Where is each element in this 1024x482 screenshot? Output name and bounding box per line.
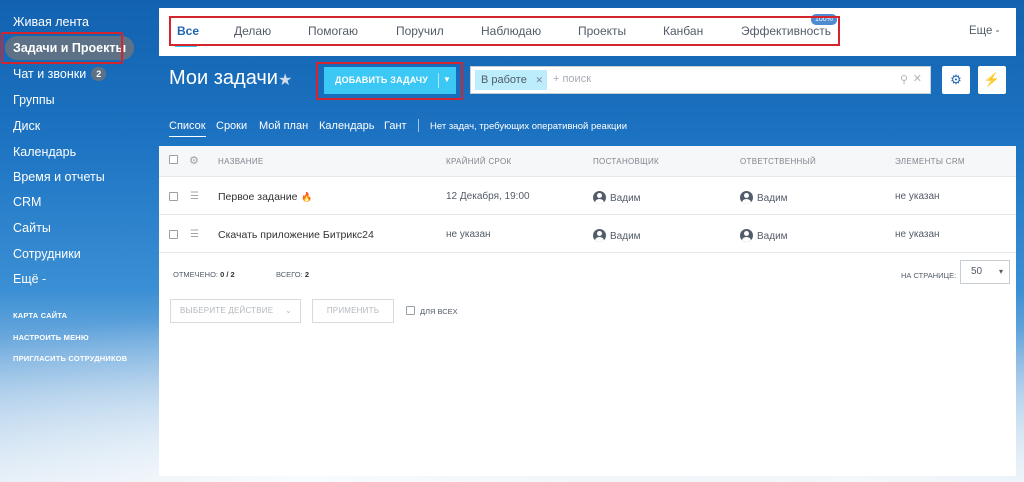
user-icon bbox=[593, 191, 606, 204]
quick-actions-button[interactable]: ⚡ bbox=[978, 66, 1006, 94]
total-value: 2 bbox=[304, 270, 309, 279]
task-name[interactable]: Скачать приложение Битрикс24 bbox=[218, 229, 374, 241]
clear-icon[interactable]: ✕ bbox=[913, 72, 922, 85]
row-checkbox[interactable] bbox=[169, 192, 178, 201]
add-task-highlight-frame bbox=[316, 62, 463, 100]
configure-menu-link[interactable]: Настроить меню bbox=[13, 333, 89, 342]
task-crm: не указан bbox=[895, 229, 940, 240]
user-icon bbox=[593, 229, 606, 242]
column-creator[interactable]: Постановщик bbox=[593, 157, 659, 166]
for-all-checkbox[interactable] bbox=[406, 306, 415, 315]
search-input[interactable]: + поиск bbox=[553, 73, 591, 85]
table-row[interactable]: ☰ Скачать приложение Битрикс24 не указан… bbox=[159, 216, 1016, 253]
filter-chip-label: В работе bbox=[481, 74, 527, 86]
fire-icon: 🔥 bbox=[301, 192, 313, 202]
lightning-icon: ⚡ bbox=[983, 72, 1001, 87]
action-select-label: Выберите действие bbox=[180, 306, 274, 315]
sidebar-item-chat[interactable]: Чат и звонки 2 bbox=[5, 62, 114, 86]
column-responsible[interactable]: Ответственный bbox=[740, 157, 816, 166]
filter-search-box[interactable]: В работе ✕ + поиск ⚲ ✕ bbox=[470, 66, 931, 94]
gear-icon: ⚙ bbox=[950, 72, 962, 87]
view-gantt[interactable]: Гант bbox=[384, 120, 407, 132]
sidebar-item-groups[interactable]: Группы bbox=[5, 88, 63, 112]
invite-employees-link[interactable]: Пригласить сотрудников bbox=[13, 354, 127, 363]
column-deadline[interactable]: Крайний срок bbox=[446, 157, 511, 166]
search-icon[interactable]: ⚲ bbox=[900, 73, 908, 86]
per-page-select[interactable]: 50 ▾ bbox=[960, 260, 1010, 284]
chevron-down-icon: ⌄ bbox=[285, 306, 292, 315]
sidebar-item-label: Чат и звонки bbox=[13, 67, 87, 81]
table-row[interactable]: ☰ Первое задание 🔥 12 Декабря, 19:00 Вади… bbox=[159, 178, 1016, 215]
sidebar-item-disk[interactable]: Диск bbox=[5, 114, 48, 138]
task-responsible[interactable]: Вадим bbox=[740, 229, 788, 242]
responsible-name[interactable]: Вадим bbox=[757, 231, 788, 242]
marked-label: Отмечено: bbox=[173, 270, 218, 279]
responsible-name[interactable]: Вадим bbox=[757, 193, 788, 204]
task-deadline[interactable]: 12 Декабря, 19:00 bbox=[446, 191, 530, 202]
total-label: Всего: bbox=[276, 270, 303, 279]
filter-chip[interactable]: В работе ✕ bbox=[475, 70, 547, 90]
page-title: Мои задачи bbox=[169, 67, 278, 89]
more-tabs-button[interactable]: Еще - bbox=[969, 25, 999, 37]
task-name[interactable]: Первое задание 🔥 bbox=[218, 191, 313, 203]
sidebar-item-sites[interactable]: Сайты bbox=[5, 216, 59, 240]
task-creator[interactable]: Вадим bbox=[593, 229, 641, 242]
sitemap-link[interactable]: Карта сайта bbox=[13, 311, 67, 320]
column-name[interactable]: Название bbox=[218, 157, 264, 166]
chat-count-badge: 2 bbox=[91, 67, 107, 81]
select-all-checkbox[interactable] bbox=[169, 155, 178, 164]
user-icon bbox=[740, 229, 753, 242]
table-header: ⚙ Название Крайний срок Постановщик Отве… bbox=[159, 146, 1016, 177]
star-icon[interactable]: ★ bbox=[278, 70, 292, 90]
tabs-highlight-frame bbox=[169, 16, 840, 46]
sidebar-item-crm[interactable]: CRM bbox=[5, 190, 49, 214]
marked-value: 0 / 2 bbox=[220, 270, 235, 279]
task-responsible[interactable]: Вадим bbox=[740, 191, 788, 204]
tasks-highlight-frame bbox=[1, 32, 123, 64]
creator-name[interactable]: Вадим bbox=[610, 231, 641, 242]
view-deadlines[interactable]: Сроки bbox=[216, 120, 247, 132]
task-name-text[interactable]: Первое задание bbox=[218, 191, 297, 203]
sidebar-item-calendar[interactable]: Календарь bbox=[5, 140, 84, 164]
view-list[interactable]: Список bbox=[169, 120, 206, 137]
sidebar-item-feed[interactable]: Живая лента bbox=[5, 10, 97, 34]
views-divider bbox=[418, 119, 419, 132]
per-page-value: 50 bbox=[971, 266, 983, 277]
gear-icon[interactable]: ⚙ bbox=[189, 154, 199, 167]
sidebar-item-time-reports[interactable]: Время и отчеты bbox=[5, 165, 113, 189]
action-select[interactable]: Выберите действие ⌄ bbox=[170, 299, 301, 323]
view-calendar[interactable]: Календарь bbox=[319, 120, 375, 132]
left-sidebar: Живая лента Задачи и Проекты Чат и звонк… bbox=[0, 0, 158, 482]
task-crm: не указан bbox=[895, 191, 940, 202]
view-my-plan[interactable]: Мой план bbox=[259, 120, 308, 132]
row-checkbox[interactable] bbox=[169, 230, 178, 239]
creator-name[interactable]: Вадим bbox=[610, 193, 641, 204]
task-creator[interactable]: Вадим bbox=[593, 191, 641, 204]
for-all-label: Для всех bbox=[420, 307, 458, 316]
per-page-label: На странице: bbox=[901, 271, 957, 280]
total-count: Всего: 2 bbox=[276, 270, 309, 279]
settings-button[interactable]: ⚙ bbox=[942, 66, 970, 94]
close-icon[interactable]: ✕ bbox=[535, 70, 543, 90]
apply-button[interactable]: Применить bbox=[312, 299, 394, 323]
drag-handle-icon[interactable]: ☰ bbox=[190, 191, 199, 202]
marked-count: Отмечено: 0 / 2 bbox=[173, 270, 235, 279]
tasks-panel: ⚙ Название Крайний срок Постановщик Отве… bbox=[159, 146, 1016, 476]
sidebar-item-employees[interactable]: Сотрудники bbox=[5, 242, 89, 266]
column-crm[interactable]: Элементы CRM bbox=[895, 157, 965, 166]
task-deadline[interactable]: не указан bbox=[446, 229, 491, 240]
urgent-tasks-note[interactable]: Нет задач, требующих оперативной реакции bbox=[430, 121, 627, 132]
user-icon bbox=[740, 191, 753, 204]
chevron-down-icon: ▾ bbox=[998, 267, 1003, 276]
drag-handle-icon[interactable]: ☰ bbox=[190, 229, 199, 240]
sidebar-item-more[interactable]: Ещё - bbox=[5, 267, 54, 291]
